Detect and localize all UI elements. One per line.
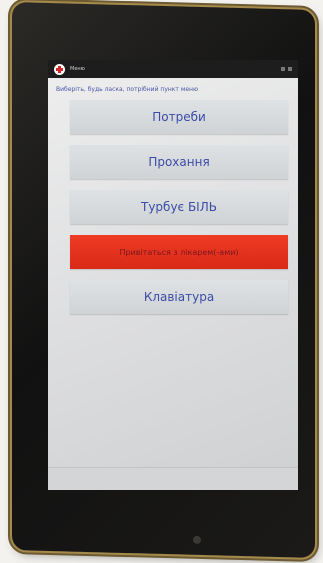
red-cross-icon xyxy=(54,63,65,75)
menu-item-needs[interactable]: Потреби xyxy=(70,100,288,134)
tablet-screen: Меню Виберіть, будь ласка, потрібний пун… xyxy=(48,60,298,490)
menu-item-label: Турбує БІЛЬ xyxy=(141,200,217,214)
menu-item-label: Прохання xyxy=(148,155,210,169)
menu-item-requests[interactable]: Прохання xyxy=(70,145,288,179)
menu-item-keyboard[interactable]: Клавіатура xyxy=(70,280,288,314)
instruction-text: Виберіть, будь ласка, потрібний пункт ме… xyxy=(56,86,199,93)
menu-item-greet-doctor[interactable]: Привітаться з лікарем(-ами) xyxy=(70,235,288,269)
app-title: Меню xyxy=(70,66,85,72)
status-bar: Меню xyxy=(48,60,298,78)
home-button[interactable] xyxy=(193,535,201,544)
battery-icon xyxy=(281,67,285,71)
navigation-bar xyxy=(48,467,298,490)
main-menu: Потреби Прохання Турбує БІЛЬ Привітаться… xyxy=(48,100,298,314)
menu-item-label: Клавіатура xyxy=(143,290,215,304)
menu-item-label: Потреби xyxy=(152,110,206,124)
signal-icon xyxy=(288,67,292,71)
menu-item-label: Привітаться з лікарем(-ами) xyxy=(119,247,239,257)
status-indicators xyxy=(281,67,292,71)
menu-item-pain[interactable]: Турбує БІЛЬ xyxy=(70,190,288,224)
